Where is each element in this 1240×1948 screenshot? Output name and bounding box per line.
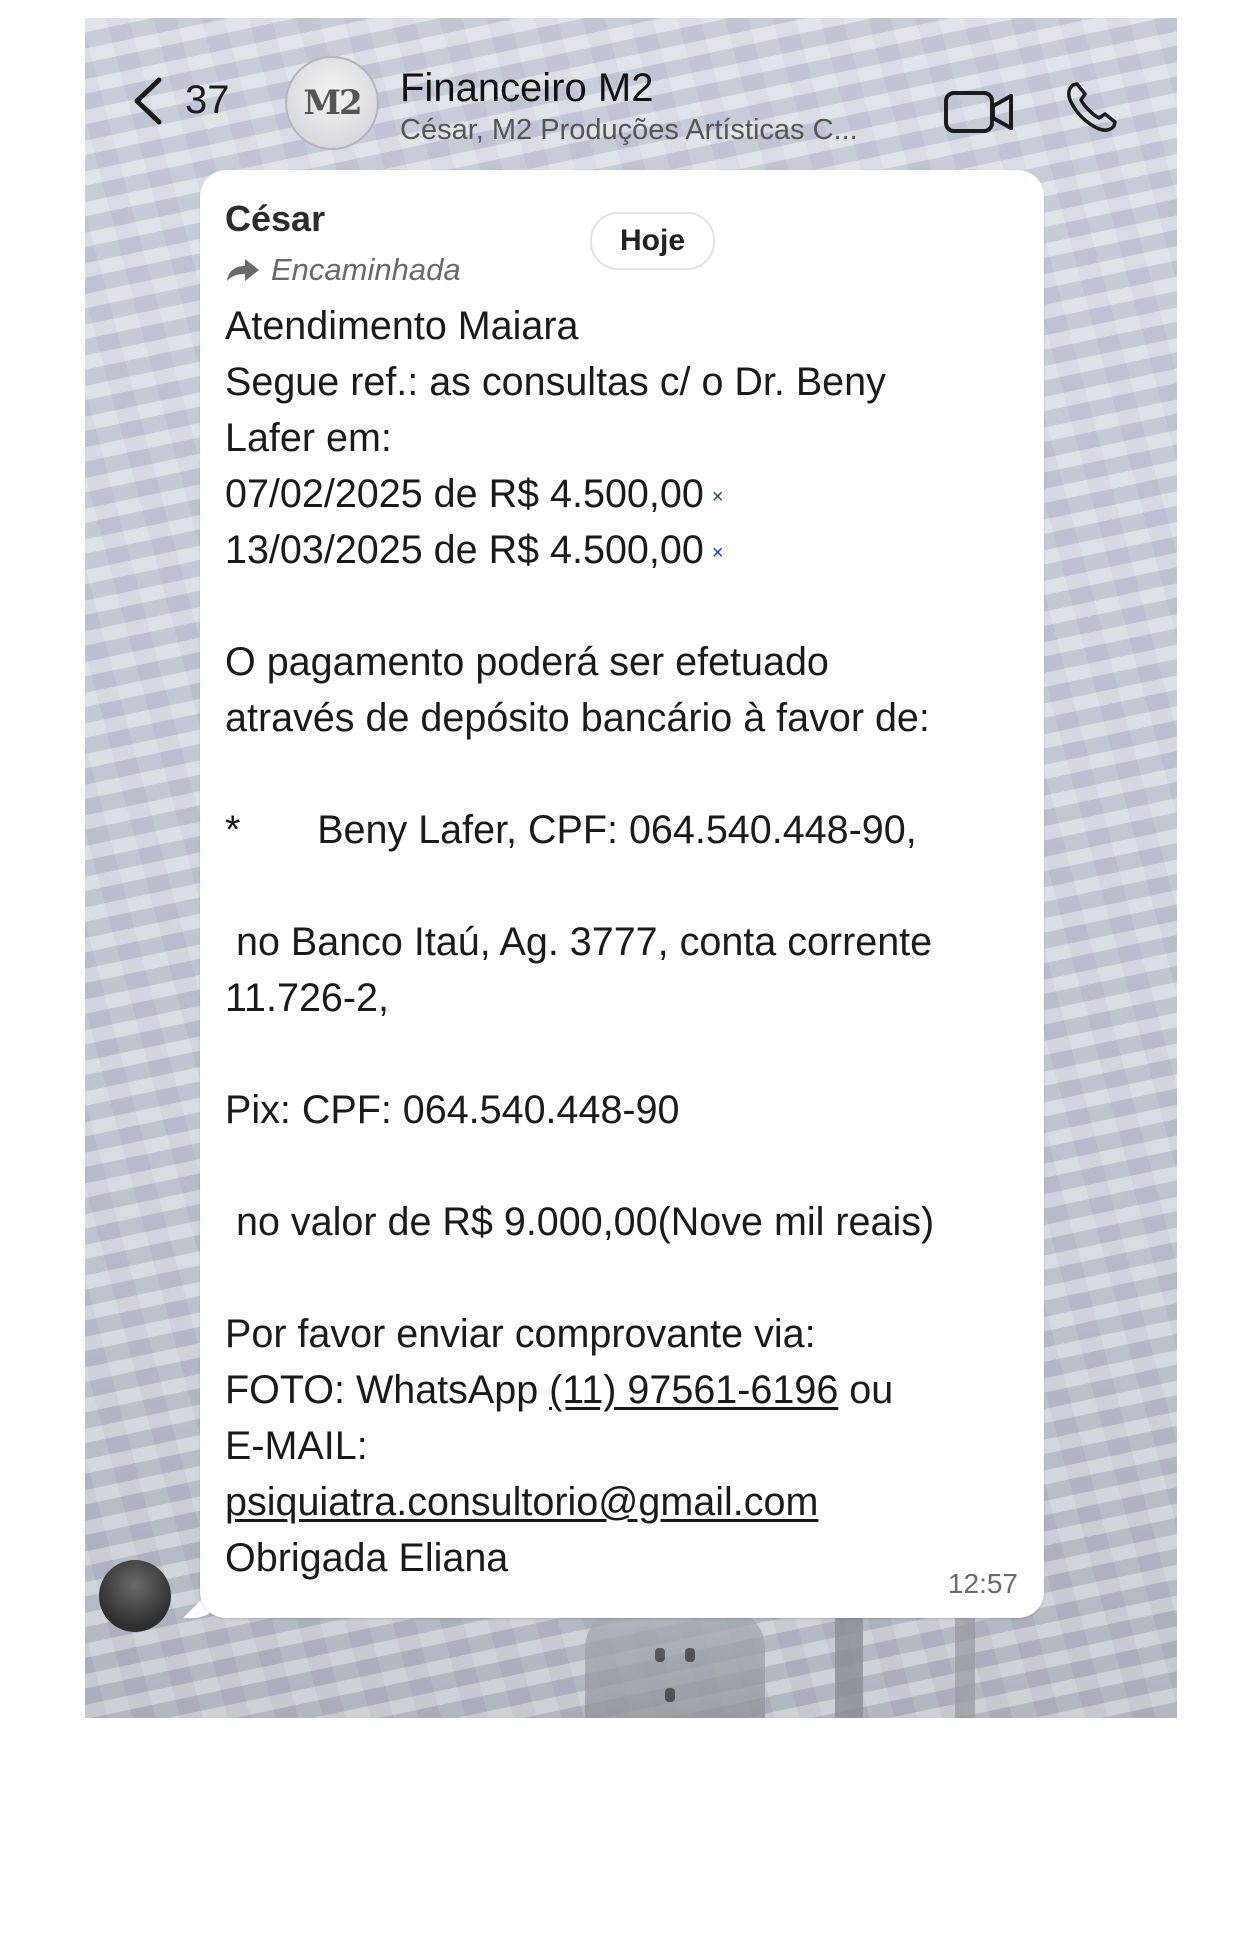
message-line: E-MAIL: — [225, 1424, 368, 1468]
video-camera-icon[interactable] — [943, 88, 1015, 136]
message-line: Lafer em: — [225, 416, 392, 460]
wallpaper-building — [585, 1608, 765, 1718]
foto-suffix: ou — [838, 1368, 894, 1412]
message-line: 07/02/2025 de R$ 4.500,00 × — [225, 466, 1025, 522]
chat-members[interactable]: César, M2 Produções Artísticas C... — [400, 114, 858, 147]
message-line: no Banco Itaú, Ag. 3777, conta corrente — [225, 920, 933, 964]
wallpaper-window — [665, 1688, 675, 1702]
message-line: no valor de R$ 9.000,00(Nove mil reais) — [225, 1200, 935, 1244]
message-text: Atendimento Maiara Segue ref.: as consul… — [225, 298, 1025, 1586]
wallpaper-window — [685, 1648, 695, 1662]
message-line: Pix: CPF: 064.540.448-90 — [225, 1088, 680, 1132]
unread-count[interactable]: 37 — [185, 78, 230, 123]
phone-link[interactable]: (11) 97561-6196 — [549, 1368, 838, 1412]
handwritten-check-mark: × — [711, 485, 724, 508]
consultation-date-1: 07/02/2025 de R$ 4.500,00 — [225, 472, 704, 516]
forwarded-text: Encaminhada — [271, 252, 461, 287]
message-line: 13/03/2025 de R$ 4.500,00 × — [225, 522, 1025, 578]
message-line: Segue ref.: as consultas c/ o Dr. Beny — [225, 360, 886, 404]
date-separator: Hoje — [590, 212, 716, 270]
phone-icon[interactable] — [1063, 80, 1119, 136]
email-link[interactable]: psiquiatra.consultorio@gmail.com — [225, 1480, 818, 1524]
chat-title[interactable]: Financeiro M2 — [400, 66, 653, 111]
message-line: FOTO: WhatsApp (11) 97561-6196 ou — [225, 1362, 1025, 1418]
message-line: O pagamento poderá ser efetuado — [225, 640, 829, 684]
foto-prefix: FOTO: WhatsApp — [225, 1368, 550, 1412]
message-line: 11.726-2, — [225, 976, 389, 1020]
message-line: Por favor enviar comprovante via: — [225, 1312, 816, 1356]
message-line: * Beny Lafer, CPF: 064.540.448-90, — [225, 808, 917, 852]
sender-name: César — [225, 198, 326, 239]
message-time: 12:57 — [947, 1568, 1018, 1599]
message-line: psiquiatra.consultorio@gmail.com — [225, 1474, 1025, 1530]
consultation-date-2: 13/03/2025 de R$ 4.500,00 — [225, 528, 704, 572]
wallpaper-window — [655, 1648, 665, 1662]
forward-arrow-icon — [227, 259, 259, 281]
message-line: Atendimento Maiara — [225, 304, 579, 348]
forwarded-label: Encaminhada — [225, 252, 461, 288]
group-avatar[interactable]: M2 — [285, 56, 379, 150]
chevron-left-icon[interactable] — [129, 76, 169, 126]
chat-header: 37 M2 Financeiro M2 César, M2 Produções … — [85, 18, 1177, 158]
chat-screenshot: 37 M2 Financeiro M2 César, M2 Produções … — [85, 18, 1177, 1718]
message-line: através de depósito bancário à favor de: — [225, 696, 930, 740]
handwritten-check-mark: × — [711, 541, 724, 564]
message-bubble[interactable]: César Hoje Encaminhada Atendimento Maiar… — [200, 170, 1044, 1618]
message-line: Obrigada Eliana — [225, 1536, 509, 1580]
sender-avatar[interactable] — [99, 1560, 171, 1632]
